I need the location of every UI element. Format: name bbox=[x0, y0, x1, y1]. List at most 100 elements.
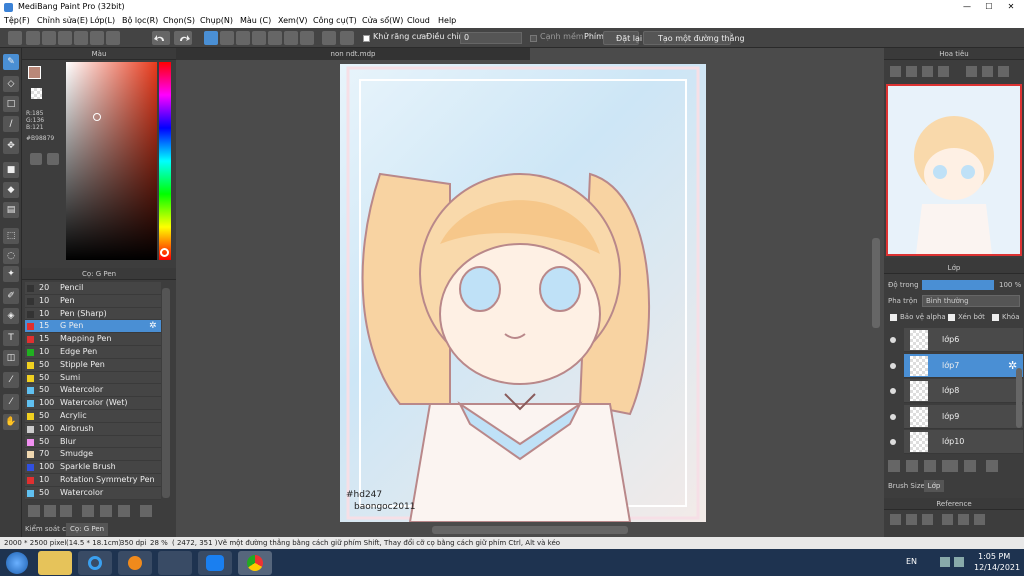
lock-checkbox[interactable] bbox=[992, 314, 999, 321]
clock-time[interactable]: 1:05 PM bbox=[978, 552, 1010, 561]
minimize-button[interactable]: — bbox=[956, 0, 978, 14]
blend-select[interactable]: Bình thường bbox=[922, 295, 1020, 307]
brush-item[interactable]: 15 Mapping Pen bbox=[25, 333, 161, 346]
menu-file[interactable]: Tệp(F) bbox=[4, 14, 30, 28]
new-8bit-layer-icon[interactable] bbox=[924, 460, 936, 472]
network-icon[interactable] bbox=[940, 557, 950, 567]
brush-item[interactable]: 70 Smudge bbox=[25, 448, 161, 462]
menu-layer[interactable]: Lớp(L) bbox=[90, 14, 115, 28]
curve-snap-icon[interactable] bbox=[300, 31, 314, 45]
navigator-preview[interactable] bbox=[886, 84, 1022, 256]
zoom-in-icon[interactable] bbox=[890, 66, 901, 77]
menu-filter[interactable]: Bộ lọc(R) bbox=[122, 14, 158, 28]
ref-close-icon[interactable] bbox=[922, 514, 933, 525]
layer-row[interactable]: lớp10 bbox=[904, 430, 1023, 454]
antialias-checkbox[interactable] bbox=[363, 35, 370, 42]
menu-edit[interactable]: Chỉnh sửa(E) bbox=[37, 14, 88, 28]
save-icon[interactable] bbox=[90, 31, 104, 45]
brush-item[interactable]: 10 Rotation Symmetry Pen bbox=[25, 474, 161, 487]
brush-item[interactable]: 50 Blur bbox=[25, 435, 161, 449]
fill-rect-tool-icon[interactable]: ■ bbox=[3, 162, 19, 178]
brush-item[interactable]: 20 Pencil bbox=[25, 282, 161, 295]
snap-off-icon[interactable] bbox=[204, 31, 218, 45]
brush-item[interactable]: 50 Watercolor bbox=[25, 486, 161, 500]
brush-duplicate-icon[interactable] bbox=[60, 505, 72, 517]
layer-visibility-icon[interactable] bbox=[890, 388, 896, 394]
undo-icon[interactable] bbox=[152, 31, 170, 45]
start-button[interactable] bbox=[6, 552, 28, 574]
gradient-tool-icon[interactable]: ▤ bbox=[3, 202, 19, 218]
brush-grid-icon[interactable] bbox=[118, 505, 130, 517]
new-file-icon[interactable] bbox=[26, 31, 40, 45]
opacity-slider[interactable] bbox=[922, 280, 994, 290]
brush-item[interactable]: 15 G Pen ✲ bbox=[25, 320, 161, 334]
chat-icon[interactable] bbox=[58, 31, 72, 45]
comment-icon[interactable] bbox=[74, 31, 88, 45]
select-pen-icon[interactable]: ✐ bbox=[3, 288, 19, 304]
secondary-color-swatch[interactable] bbox=[31, 88, 42, 99]
adjust-select[interactable]: 0 bbox=[460, 32, 522, 44]
rotate-right-icon[interactable] bbox=[998, 66, 1009, 77]
layer-row[interactable]: lớp7 ✲ bbox=[904, 353, 1023, 378]
actual-size-icon[interactable] bbox=[938, 66, 949, 77]
vanishing-snap-icon[interactable] bbox=[252, 31, 266, 45]
color-settings-icon[interactable] bbox=[47, 153, 59, 165]
brush-item[interactable]: 100 Watercolor (Wet) bbox=[25, 397, 161, 410]
grid-icon[interactable] bbox=[106, 31, 120, 45]
brush-copy-icon[interactable] bbox=[44, 505, 56, 517]
photos-icon[interactable] bbox=[158, 551, 192, 575]
document-tab[interactable]: non ndt.mdp bbox=[176, 48, 530, 60]
magic-wand-icon[interactable]: ✦ bbox=[3, 266, 19, 282]
brush-delete-icon[interactable] bbox=[140, 505, 152, 517]
close-button[interactable]: ✕ bbox=[1000, 0, 1022, 14]
brush-item[interactable]: 10 Pen bbox=[25, 294, 161, 308]
duplicate-layer-icon[interactable] bbox=[986, 460, 998, 472]
brush-open-icon[interactable] bbox=[100, 505, 112, 517]
brush-folder-icon[interactable] bbox=[82, 505, 94, 517]
new-halftone-layer-icon[interactable] bbox=[906, 460, 918, 472]
brush-item[interactable]: 50 Acrylic bbox=[25, 410, 161, 423]
menu-snap[interactable]: Chụp(N) bbox=[200, 14, 233, 28]
maximize-button[interactable]: ☐ bbox=[978, 0, 1000, 14]
color-picker-handle[interactable] bbox=[93, 113, 101, 121]
eyedropper-2-icon[interactable]: ⁄ bbox=[3, 394, 19, 410]
menu-select[interactable]: Chọn(S) bbox=[163, 14, 195, 28]
layer-folder-icon[interactable] bbox=[964, 460, 976, 472]
parallel-snap-icon[interactable] bbox=[220, 31, 234, 45]
color-square[interactable] bbox=[66, 62, 157, 260]
drawing-canvas[interactable]: #hd247 baongoc2011 bbox=[340, 64, 706, 523]
brush-tool-icon[interactable]: ∕ bbox=[3, 116, 19, 132]
reset-rotation-icon[interactable] bbox=[982, 66, 993, 77]
layer-add-menu-icon[interactable] bbox=[942, 460, 958, 472]
menu-window[interactable]: Cửa sổ(W) bbox=[362, 14, 403, 28]
create-line-button[interactable]: Tạo một đường thẳng bbox=[643, 31, 745, 45]
settings-icon[interactable] bbox=[322, 31, 336, 45]
ref-zoom-out-icon[interactable] bbox=[974, 514, 985, 525]
dot-tool-icon[interactable]: □ bbox=[3, 96, 19, 112]
canvas-hscroll[interactable] bbox=[432, 526, 628, 534]
pen-tool-icon[interactable]: ✎ bbox=[3, 54, 19, 70]
brush-item[interactable]: 10 Edge Pen bbox=[25, 346, 161, 359]
canvas-vscroll[interactable] bbox=[872, 238, 880, 328]
clock-date[interactable]: 12/14/2021 bbox=[974, 563, 1020, 572]
circle-snap-icon[interactable] bbox=[284, 31, 298, 45]
layer-row[interactable]: lớp8 bbox=[904, 379, 1023, 403]
layer-visibility-icon[interactable] bbox=[890, 413, 896, 420]
language-indicator[interactable]: EN bbox=[906, 557, 917, 566]
layer-visibility-icon[interactable] bbox=[890, 337, 896, 343]
bucket-tool-icon[interactable]: ◆ bbox=[3, 182, 19, 198]
menu-tools[interactable]: Công cụ(T) bbox=[313, 14, 357, 28]
select-tool-icon[interactable]: ⬚ bbox=[3, 228, 19, 244]
layer-list-scrollbar[interactable] bbox=[1016, 368, 1022, 428]
canvas-area[interactable]: #hd247 baongoc2011 bbox=[176, 48, 884, 537]
primary-color-swatch[interactable] bbox=[28, 66, 41, 79]
hue-handle[interactable] bbox=[160, 248, 169, 257]
volume-icon[interactable] bbox=[954, 557, 964, 567]
eraser-tool-icon[interactable]: ◇ bbox=[3, 76, 19, 92]
menu-help[interactable]: Help bbox=[438, 14, 456, 28]
palette-icon[interactable] bbox=[30, 153, 42, 165]
zalo-icon[interactable] bbox=[198, 551, 232, 575]
snap-settings-icon[interactable] bbox=[340, 31, 354, 45]
radial-snap-icon[interactable] bbox=[268, 31, 282, 45]
reset-button[interactable]: Đặt lại bbox=[603, 31, 642, 45]
